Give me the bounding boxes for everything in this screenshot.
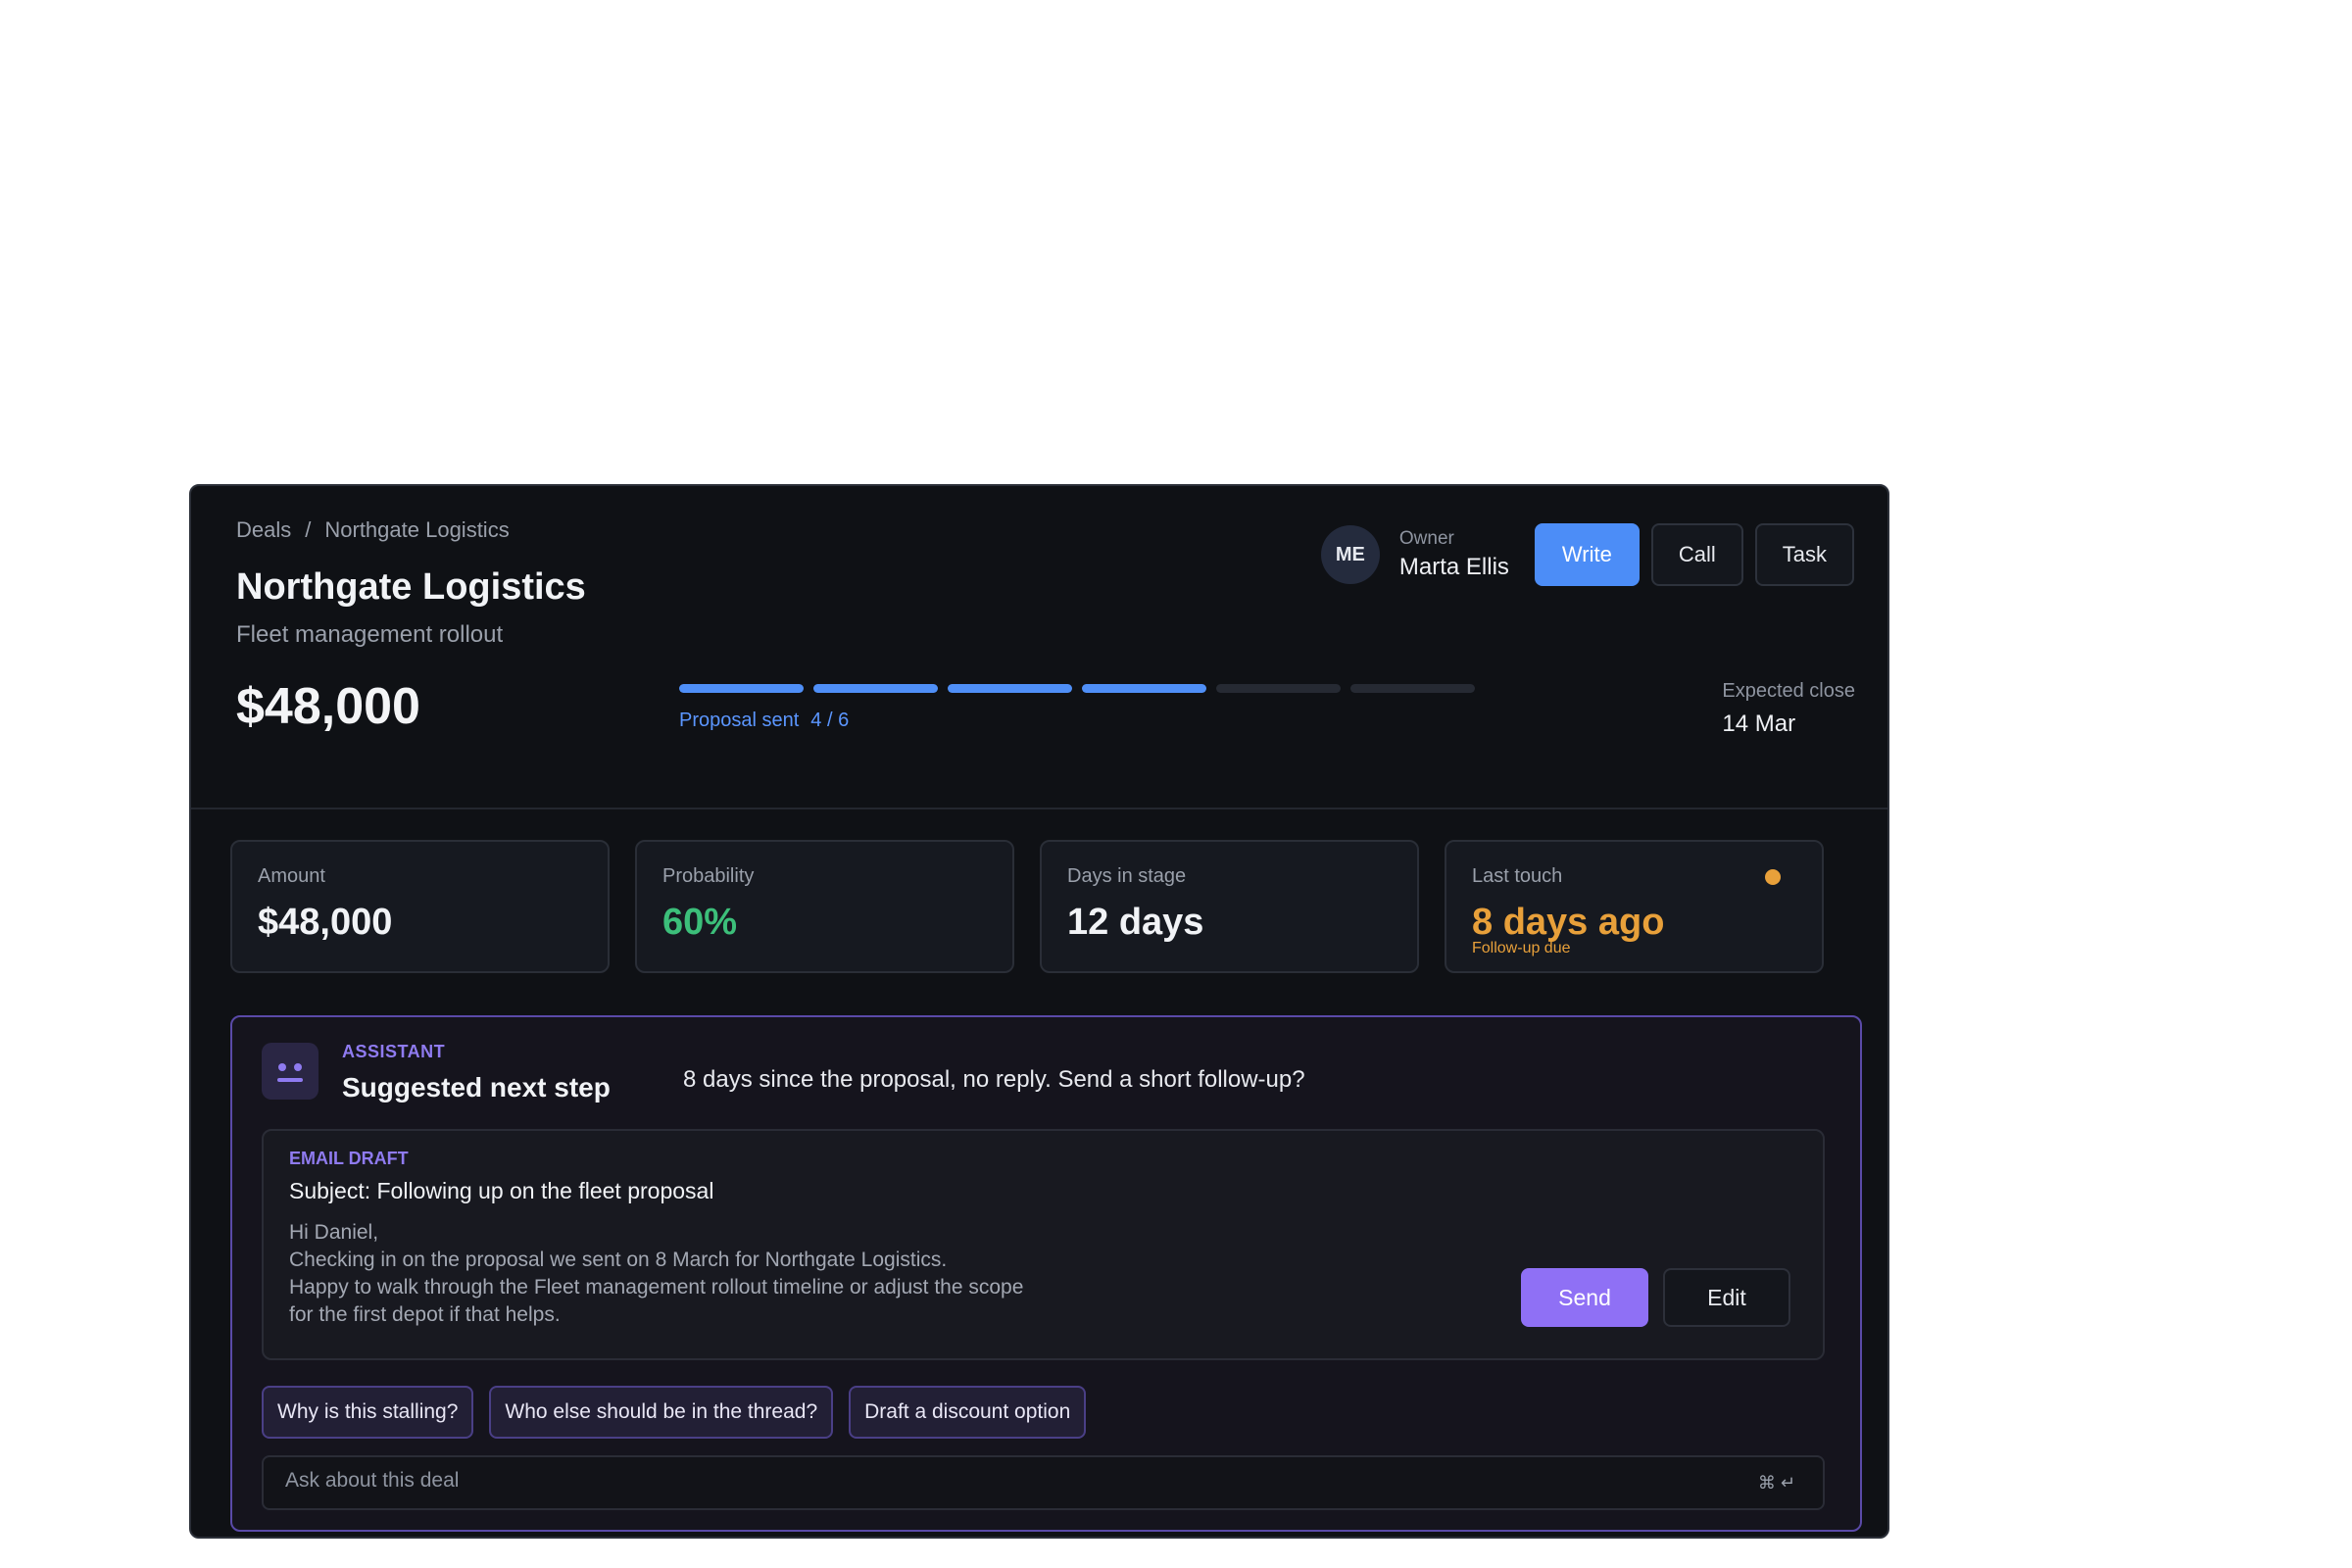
assistant-panel: ASSISTANT Suggested next step 8 days sin… [230, 1015, 1862, 1532]
stat-value: $48,000 [258, 902, 393, 943]
draft-tag: EMAIL DRAFT [289, 1149, 409, 1168]
assistant-message: 8 days since the proposal, no reply. Sen… [683, 1066, 1305, 1093]
pipeline-segment [948, 684, 1072, 693]
stage-name: Proposal sent [679, 710, 800, 731]
follow-up-note: Follow-up due [1472, 940, 1571, 956]
draft-line: Happy to walk through the Fleet manageme… [289, 1276, 1024, 1298]
pipeline-segment [1216, 684, 1341, 693]
suggestion-chips: Why is this stalling? Who else should be… [262, 1386, 1087, 1439]
enter-shortcut-icon: ⌘ ↵ [1757, 1473, 1795, 1493]
stat-value: 12 days [1067, 902, 1204, 943]
deal-card: Deals / Northgate Logistics Northgate Lo… [189, 484, 1889, 1539]
pipeline-segment [679, 684, 804, 693]
email-draft: EMAIL DRAFT Subject: Following up on the… [262, 1129, 1825, 1360]
assistant-tag: ASSISTANT [342, 1042, 446, 1061]
avatar: ME [1320, 525, 1380, 584]
breadcrumb-separator: / [305, 517, 312, 542]
owner-info: Owner Marta Ellis [1399, 528, 1509, 581]
chip-who-else[interactable]: Who else should be in the thread? [489, 1386, 834, 1439]
expected-close-label: Expected close [1722, 680, 1855, 702]
stat-label: Days in stage [1067, 865, 1187, 887]
call-button[interactable]: Call [1650, 523, 1743, 586]
stat-days-in-stage: Days in stage 12 days [1040, 840, 1419, 973]
edit-button[interactable]: Edit [1663, 1268, 1790, 1327]
write-button[interactable]: Write [1534, 523, 1640, 586]
deal-header: Deals / Northgate Logistics Northgate Lo… [191, 486, 1887, 809]
stat-label: Probability [662, 865, 755, 887]
stage-label: Proposal sent 4 / 6 [679, 710, 849, 732]
breadcrumb-deals-link[interactable]: Deals [236, 517, 291, 543]
ask-input[interactable]: Ask about this deal ⌘ ↵ [262, 1455, 1825, 1510]
stat-label: Last touch [1472, 865, 1563, 887]
expected-close: Expected close 14 Mar [1722, 680, 1855, 738]
breadcrumb-current: Northgate Logistics [324, 517, 510, 542]
draft-subject: Subject: Following up on the fleet propo… [289, 1178, 714, 1203]
owner-toolbar: ME Owner Marta Ellis Write Call Task [1320, 523, 1854, 586]
page-title: Northgate Logistics [236, 566, 586, 608]
stat-amount: Amount $48,000 [230, 840, 610, 973]
breadcrumb: Deals / Northgate Logistics [236, 517, 510, 543]
owner-name: Marta Ellis [1398, 554, 1509, 580]
pipeline-segment [1082, 684, 1206, 693]
bot-face-icon [262, 1043, 318, 1100]
chip-discount-option[interactable]: Draft a discount option [849, 1386, 1087, 1439]
stats-row: Amount $48,000 Probability 60% Days in s… [230, 840, 1824, 973]
bot-eye [294, 1063, 302, 1071]
pipeline-segment [813, 684, 938, 693]
bot-mouth [277, 1078, 303, 1082]
deal-amount: $48,000 [236, 678, 420, 735]
bot-eye [278, 1063, 286, 1071]
stat-value: 60% [662, 902, 738, 943]
status-dot-icon [1765, 869, 1781, 885]
send-button[interactable]: Send [1521, 1268, 1648, 1327]
draft-line: for the first depot if that helps. [289, 1303, 561, 1326]
expected-close-value: 14 Mar [1722, 710, 1796, 737]
assistant-title: Suggested next step [342, 1072, 611, 1102]
stat-probability: Probability 60% [635, 840, 1014, 973]
ask-input-placeholder: Ask about this deal [285, 1469, 460, 1492]
draft-body: Hi Daniel, Checking in on the proposal w… [289, 1219, 1023, 1329]
owner-label: Owner [1398, 528, 1454, 549]
draft-line: Hi Daniel, [289, 1221, 379, 1244]
stage-count: 4 / 6 [810, 710, 850, 731]
pipeline-segment [1350, 684, 1475, 693]
deal-subtitle: Fleet management rollout [236, 621, 504, 648]
stat-label: Amount [258, 865, 325, 887]
stat-value: 8 days ago [1472, 902, 1665, 943]
chip-why-stalling[interactable]: Why is this stalling? [262, 1386, 474, 1439]
task-button[interactable]: Task [1754, 523, 1854, 586]
draft-line: Checking in on the proposal we sent on 8… [289, 1249, 948, 1271]
stat-last-touch: Last touch 8 days ago Follow-up due [1445, 840, 1824, 973]
pipeline-progress [679, 684, 1475, 693]
